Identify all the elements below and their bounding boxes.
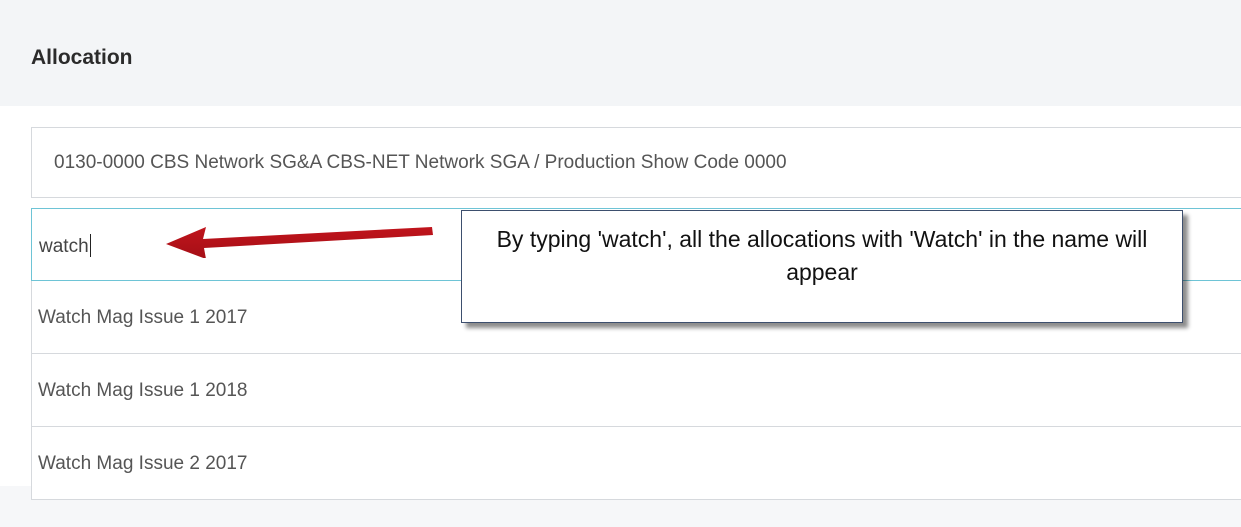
selected-allocation-value: 0130-0000 CBS Network SG&A CBS-NET Netwo… bbox=[54, 152, 787, 173]
arrow-shape bbox=[166, 227, 433, 258]
selected-allocation-field[interactable]: 0130-0000 CBS Network SG&A CBS-NET Netwo… bbox=[31, 127, 1241, 198]
annotation-callout: By typing 'watch', all the allocations w… bbox=[461, 210, 1183, 323]
section-header: Allocation bbox=[0, 0, 1241, 106]
section-title: Allocation bbox=[31, 46, 133, 69]
dropdown-option[interactable]: Watch Mag Issue 2 2017 bbox=[32, 427, 1241, 500]
dropdown-option-label: Watch Mag Issue 1 2018 bbox=[38, 380, 248, 401]
dropdown-option[interactable]: Watch Mag Issue 1 2018 bbox=[32, 354, 1241, 427]
dropdown-option-label: Watch Mag Issue 2 2017 bbox=[38, 453, 248, 474]
allocation-search-value: watch bbox=[39, 234, 91, 257]
annotation-text: By typing 'watch', all the allocations w… bbox=[496, 226, 1148, 285]
dropdown-option-label: Watch Mag Issue 1 2017 bbox=[38, 307, 248, 328]
annotation-arrow-icon bbox=[166, 227, 433, 258]
text-caret bbox=[89, 234, 91, 257]
